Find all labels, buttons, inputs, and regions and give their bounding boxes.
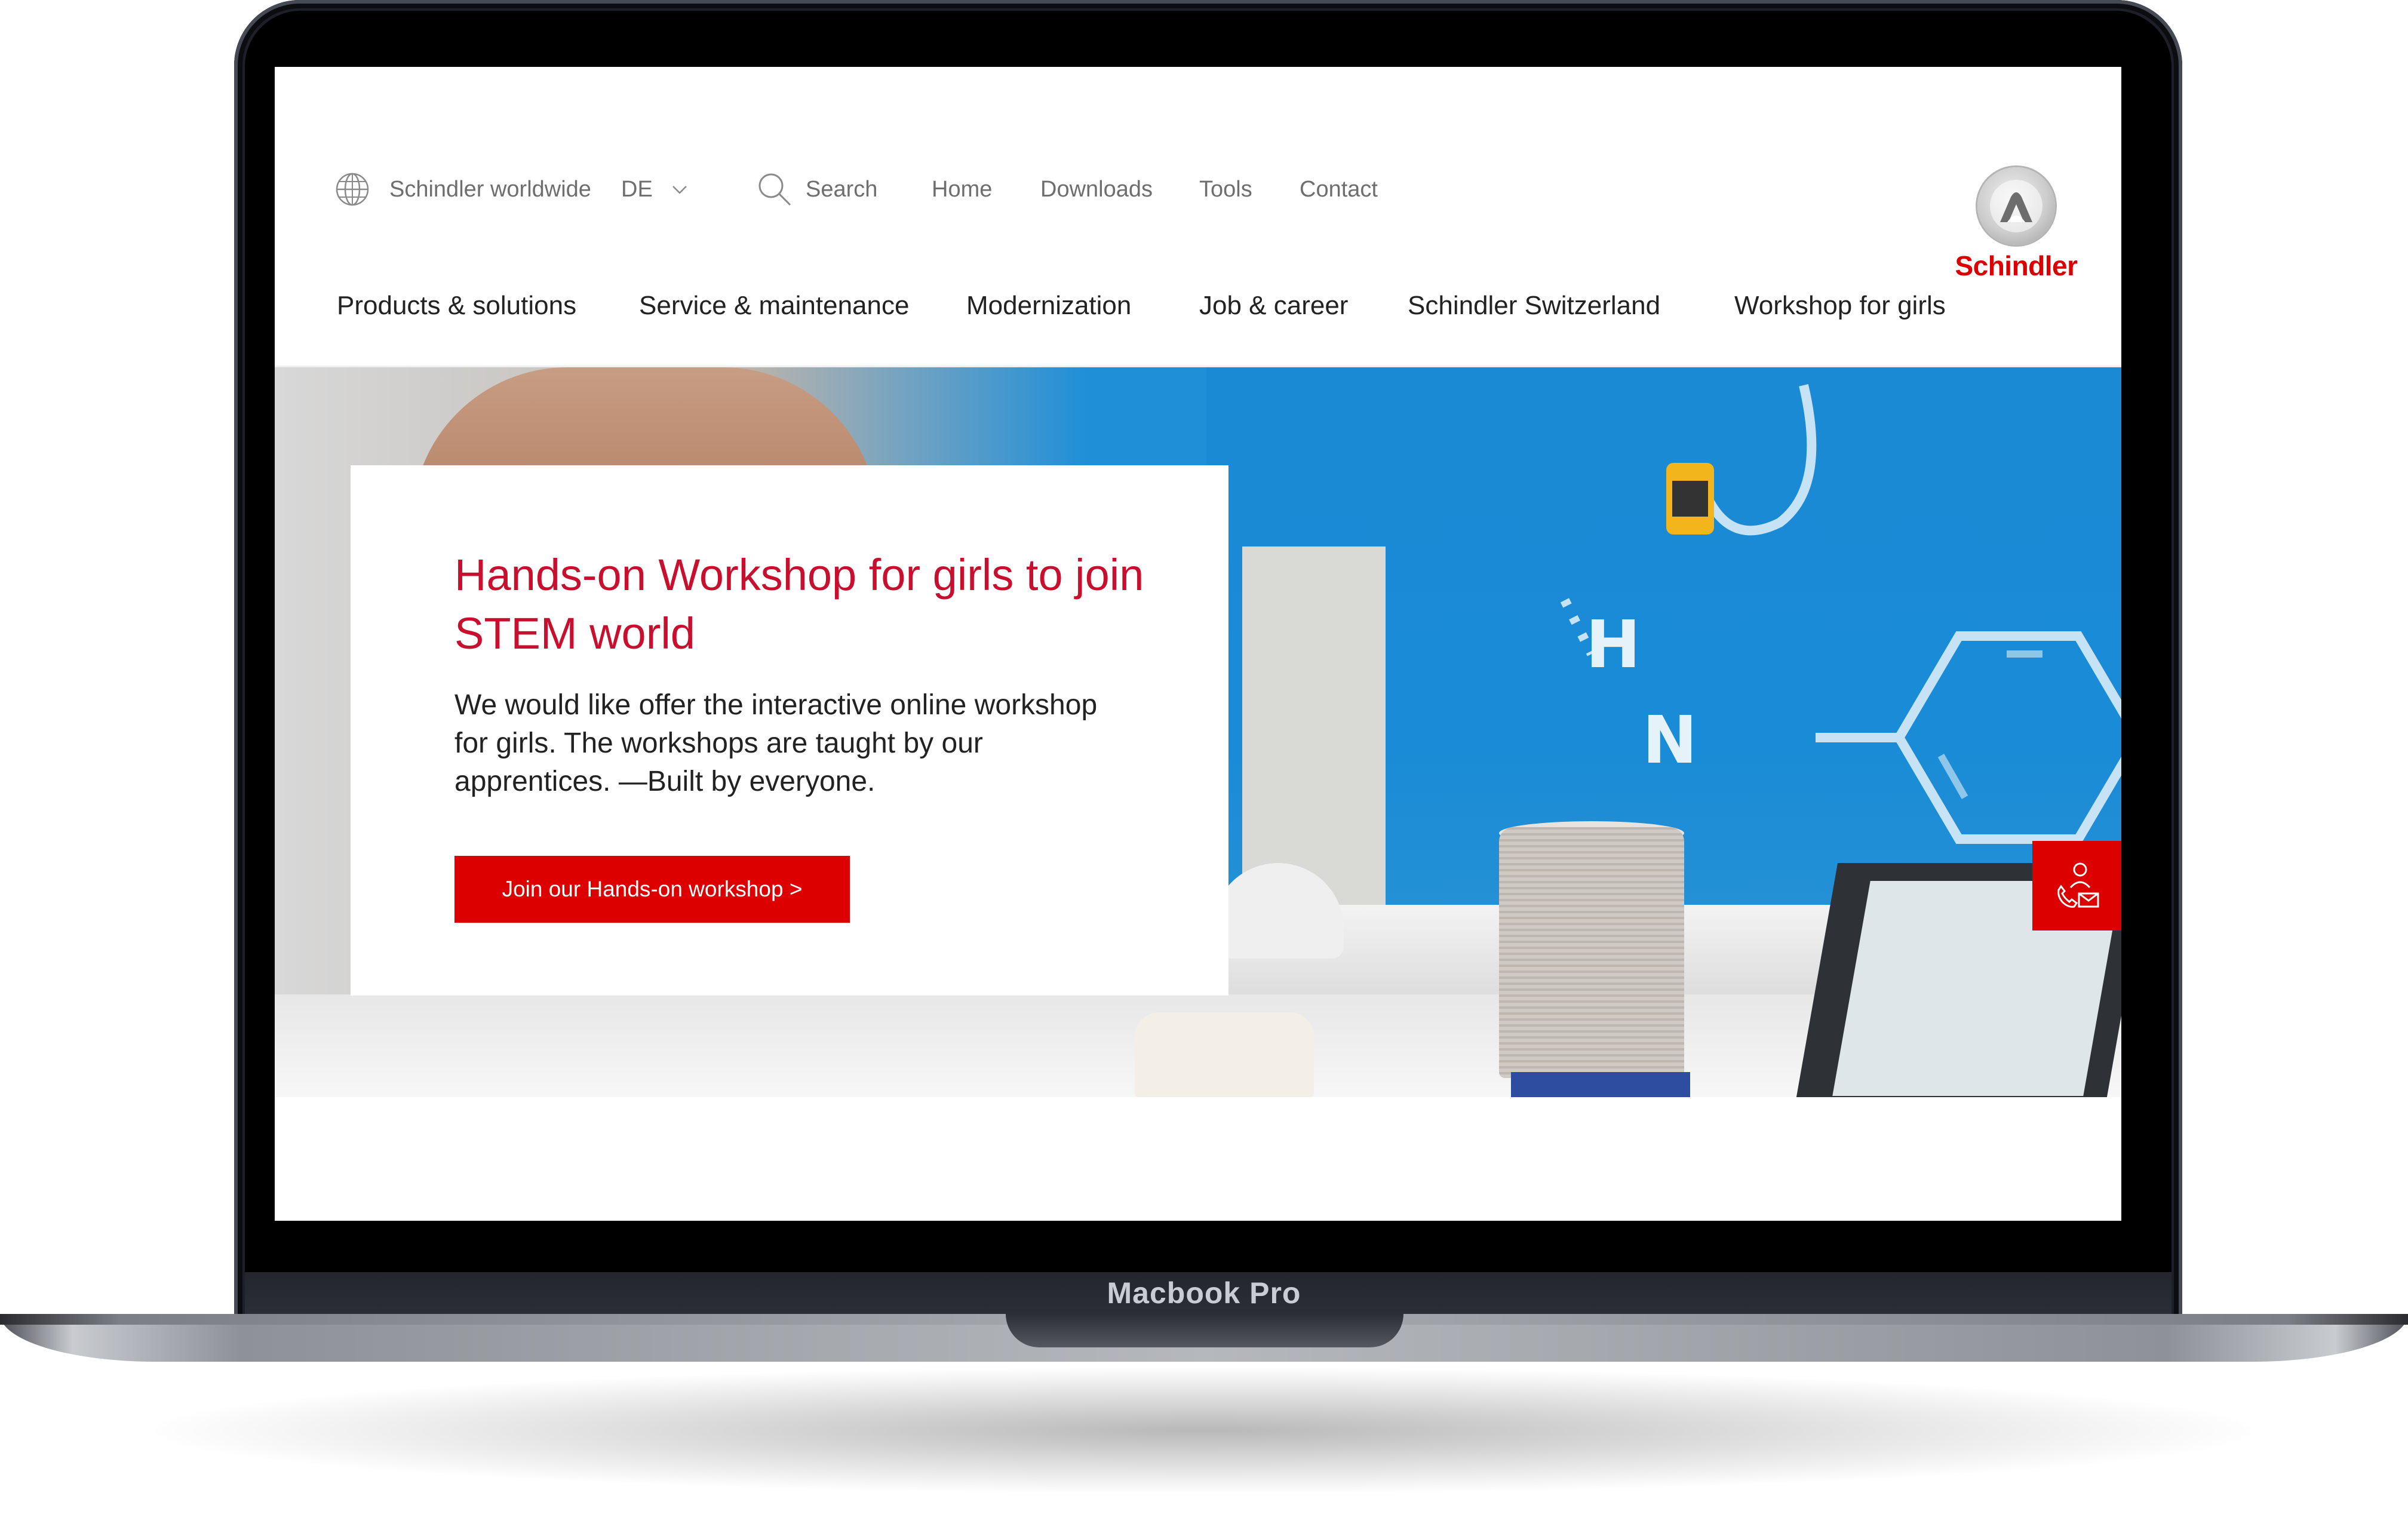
nav-item-career[interactable]: Job & career bbox=[1199, 291, 1348, 321]
browser-screen: Schindler worldwide DE Search Home Downl… bbox=[275, 67, 2121, 1221]
logo-wordmark: Schindler bbox=[1955, 250, 2078, 281]
laptop-notch bbox=[1006, 1314, 1403, 1347]
chevron-down-icon bbox=[672, 186, 687, 194]
device-label: Macbook Pro bbox=[1107, 1276, 1301, 1310]
globe-icon bbox=[336, 173, 369, 206]
brand-logo[interactable]: Schindler bbox=[1939, 167, 2094, 287]
schindler-logo-icon bbox=[1977, 167, 2055, 245]
util-link-contact[interactable]: Contact bbox=[1300, 177, 1378, 202]
join-workshop-button[interactable]: Join our Hands-on workshop > bbox=[454, 856, 850, 923]
worldwide-selector[interactable]: Schindler worldwide bbox=[334, 171, 591, 207]
search-icon bbox=[758, 173, 791, 206]
nav-item-workshop[interactable]: Workshop for girls bbox=[1734, 291, 1946, 321]
hero-title: Hands-on Workshop for girls to join STEM… bbox=[454, 550, 1144, 658]
utility-bar: Schindler worldwide DE Search Home Downl… bbox=[275, 162, 1708, 216]
util-link-downloads[interactable]: Downloads bbox=[1040, 177, 1153, 202]
nav-item-switzerland[interactable]: Schindler Switzerland bbox=[1408, 291, 1660, 321]
hero-wall-letter-h: H bbox=[1586, 606, 1641, 683]
contact-fab-button[interactable] bbox=[2032, 841, 2121, 931]
main-navigation: Products & solutions Service & maintenan… bbox=[275, 291, 2121, 333]
worldwide-label: Schindler worldwide bbox=[389, 176, 591, 202]
nav-item-products[interactable]: Products & solutions bbox=[337, 291, 576, 321]
hero-banner: H N Hands-on Workshop for girls to join … bbox=[275, 367, 2121, 1097]
search-field[interactable]: Search bbox=[755, 170, 877, 208]
contact-phone-mail-icon bbox=[2057, 862, 2099, 908]
floor-shadow bbox=[155, 1368, 2252, 1493]
nav-item-service[interactable]: Service & maintenance bbox=[639, 291, 909, 321]
util-link-home[interactable]: Home bbox=[932, 177, 992, 202]
language-value: DE bbox=[621, 176, 653, 202]
hero-description: We would like offer the interactive onli… bbox=[454, 689, 1098, 797]
util-link-tools[interactable]: Tools bbox=[1199, 177, 1252, 202]
nav-item-modernization[interactable]: Modernization bbox=[966, 291, 1131, 321]
hero-wall-letter-n: N bbox=[1642, 702, 1698, 778]
hero-card: Hands-on Workshop for girls to join STEM… bbox=[351, 465, 1228, 996]
search-label: Search bbox=[806, 176, 878, 202]
language-dropdown[interactable]: DE bbox=[621, 177, 690, 202]
